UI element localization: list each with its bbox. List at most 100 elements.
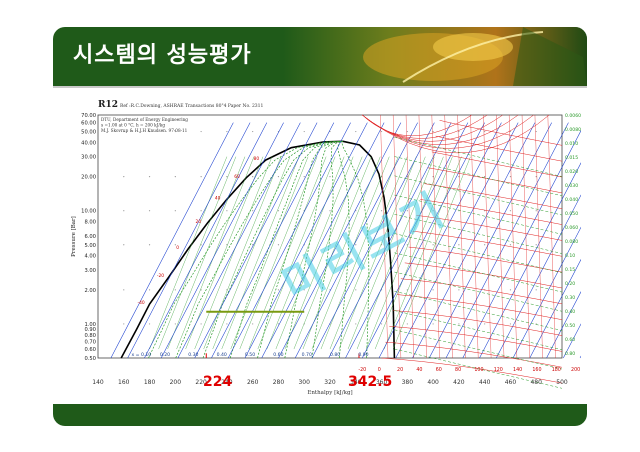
grid-dot [277,176,280,178]
y-tick-label: 3.00 [84,268,96,274]
entropy-line [144,122,268,359]
volume-line [394,271,563,312]
temperature-sat-label: 0 [176,245,179,251]
y-tick-label: 5.00 [84,243,96,249]
volume-tick-label: 0.60 [565,337,575,343]
y-tick-label: 8.00 [84,220,96,226]
quality-label: 0.70 [302,352,312,358]
temperature-tick: 60 [436,367,442,373]
volume-tick-label: 0.30 [565,295,575,301]
grid-dot [406,323,408,325]
temperature-sat-label: -20 [157,273,164,279]
x-tick-label: 320 [324,379,336,386]
grid-dot [380,323,383,325]
grid-dot [535,244,537,246]
grid-dot [380,130,383,133]
x-tick-label: 260 [247,379,259,386]
grid-dot [458,176,460,178]
grid-dot [174,323,176,325]
x-tick-label: 160 [118,379,130,386]
grid-dot [226,176,228,178]
grid-dot [458,323,460,325]
grid-dot [535,210,537,212]
grid-dot [123,210,125,212]
temperature-line [385,341,563,368]
grid-dot [329,176,331,178]
entropy-line [579,355,581,359]
y-axis-label: Pressure [Bar] [71,216,77,257]
grid-dot [252,176,254,178]
grid-dot [484,176,486,178]
grid-dot [509,323,512,325]
x-tick-label: 400 [427,379,439,386]
grid-dot [432,176,434,178]
temperature-tick: 180 [552,367,561,373]
grid-dot [303,130,305,133]
grid-dot [148,176,151,178]
enthalpy-h2-label: 342.5 [348,374,393,390]
grid-dot [432,289,434,291]
y-tick-label: 10.00 [81,209,96,215]
x-tick-label: 180 [144,379,156,386]
grid-dot [277,244,280,246]
temperature-line [397,294,563,320]
volume-tick-label: 0.050 [565,211,578,217]
temperature-tick: 40 [416,367,422,373]
quality-label: 0.20 [160,352,170,358]
temperature-sat-label: 80 [254,156,260,162]
y-tick-label: 20.00 [81,175,96,181]
grid-dot [535,289,537,291]
grid-dot [458,244,460,246]
grid-dot [509,210,512,212]
grid-dot [277,323,280,325]
grid-dot [226,210,228,212]
volume-tick-label: 0.010 [565,141,578,147]
volume-tick-label: 0.015 [565,155,578,161]
y-tick-label: 0.50 [84,356,96,362]
temperature-line [389,326,563,352]
temperature-line [483,114,492,359]
grid-dot [252,210,254,212]
chart-title: R12 [98,100,118,110]
x-axis-label: Enthalpy [kJ/kg] [307,390,352,396]
grid-dot [329,210,331,212]
y-tick-label: 60.00 [81,121,96,127]
y-tick-label: 2.00 [84,288,96,294]
grid-dot [226,130,228,133]
ph-diagram: R12 Ref :R.C.Downing, ASHRAE Transactions… [59,92,581,398]
grid-dot [432,323,434,325]
y-tick-label: 70.00 [81,113,96,119]
x-tick-label: 380 [402,379,414,386]
grid-dot [148,323,151,325]
temperature-tick: 120 [494,367,503,373]
grid-dot [484,244,486,246]
grid-dot [123,323,125,325]
grid-dot [509,244,512,246]
grid-dot [277,210,280,212]
grid-dot [200,323,202,325]
volume-tick-label: 0.040 [565,197,578,203]
slide-header: 시스템의 성능평가 [53,27,587,86]
temperature-tick: 20 [397,367,403,373]
enthalpy-h1-label: 224 [203,374,233,390]
temperature-arc [362,114,550,153]
temperature-tick: 0 [378,367,381,373]
grid-dot [174,176,176,178]
x-tick-label: 420 [453,379,465,386]
temperature-sat-label: 40 [215,195,221,201]
header-leaf-photo [283,27,587,86]
grid-dot [458,130,460,133]
temperature-line [404,262,563,289]
slide-footer [53,404,587,426]
grid-dot [509,176,512,178]
grid-dot [148,289,151,291]
grid-dot [123,289,125,291]
temperature-line [496,114,505,359]
temperature-tick: 160 [532,367,541,373]
temperature-sat-label: -40 [138,300,145,306]
grid-dot [200,176,202,178]
chart-credit-line: s =1.00 at 0 °C, h = 200 kJ/kg [101,123,165,128]
chart-credit-line: DTU, Department of Energy Engineering [101,117,188,122]
grid-dot [123,176,125,178]
grid-dot [355,289,357,291]
